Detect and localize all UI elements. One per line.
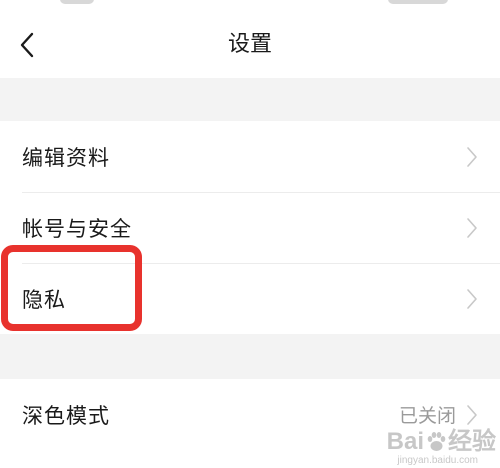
highlight-annotation: [1, 245, 142, 331]
chevron-right-icon: [467, 288, 477, 309]
status-bar-fragment: [388, 0, 448, 4]
navigation-bar: 设置: [0, 10, 500, 78]
status-bar: [0, 0, 500, 10]
status-bar-fragment: [60, 0, 94, 4]
row-label: 帐号与安全: [22, 216, 132, 241]
row-label: 深色模式: [22, 403, 110, 428]
watermark-brand-left: Bai: [386, 428, 424, 455]
settings-row-edit-profile[interactable]: 编辑资料: [0, 121, 500, 192]
section-gap: [0, 334, 500, 379]
row-label: 编辑资料: [22, 145, 110, 170]
settings-screen: 设置 编辑资料 帐号与安全 隐私 深色模式 已关闭 Bai 经验 jingyan…: [0, 0, 500, 468]
chevron-right-icon: [467, 404, 477, 425]
chevron-right-icon: [467, 146, 477, 167]
page-title: 设置: [227, 32, 272, 57]
section-gap: [0, 78, 500, 121]
watermark-url: jingyan.baidu.com: [397, 455, 478, 466]
baidu-jingyan-watermark: Bai 经验 jingyan.baidu.com: [387, 430, 496, 467]
watermark-logo: Bai 经验: [387, 430, 496, 454]
chevron-right-icon: [467, 217, 477, 238]
watermark-brand-right: 经验: [448, 428, 496, 455]
row-value: 已关闭: [398, 405, 456, 427]
paw-icon: [427, 432, 446, 451]
